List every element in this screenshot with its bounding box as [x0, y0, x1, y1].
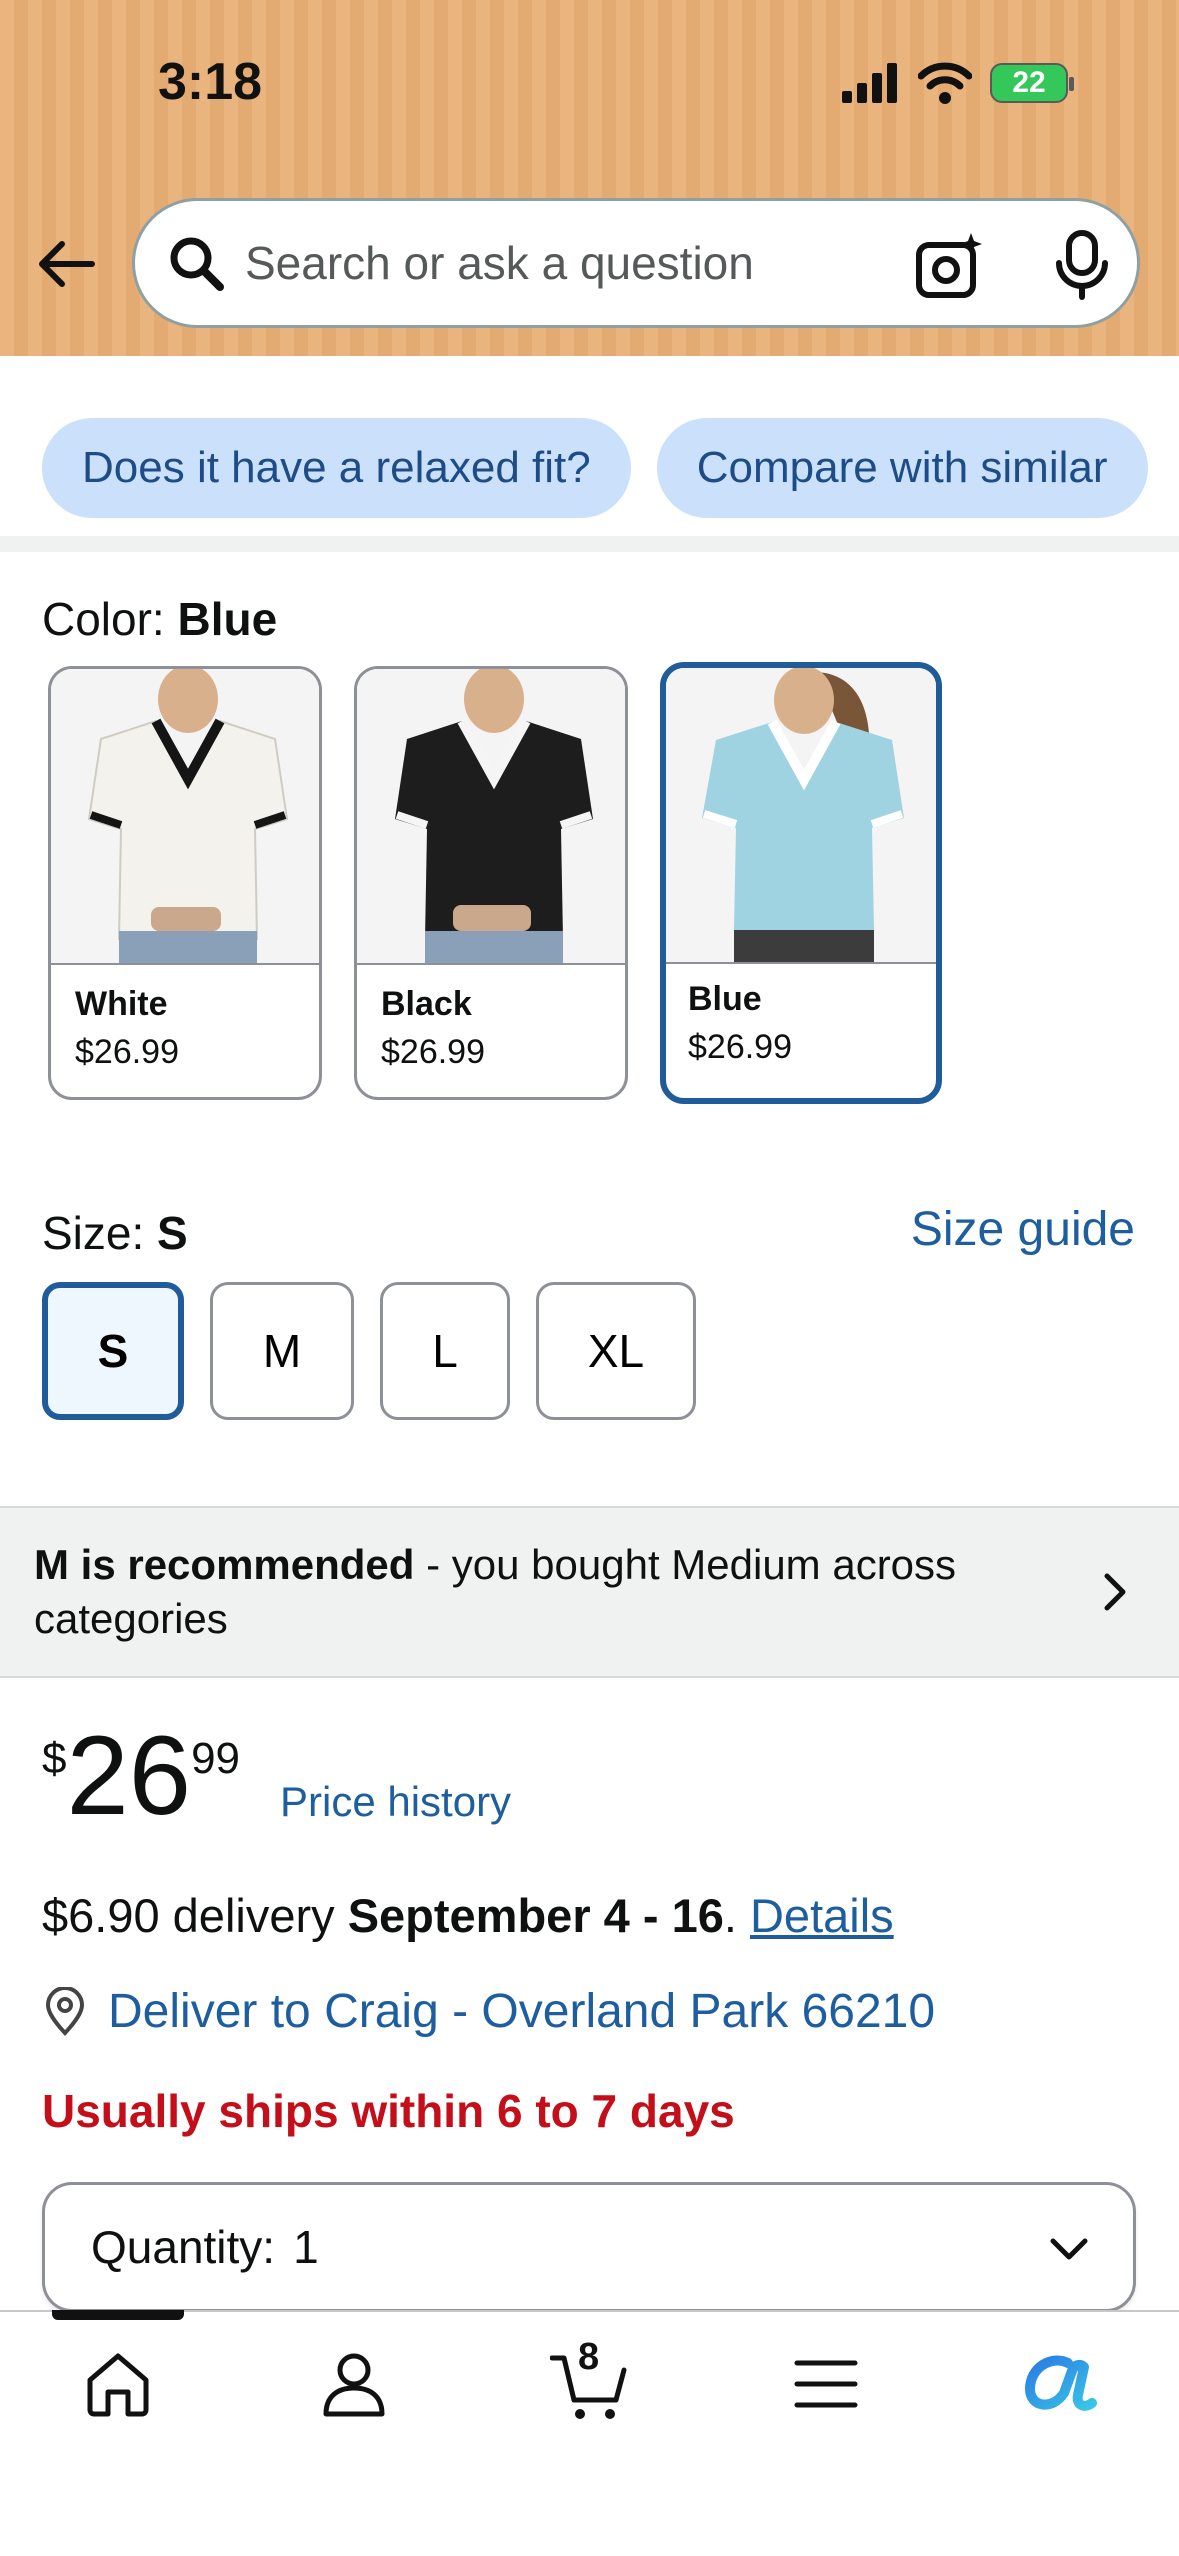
swatch-black[interactable]: Black $26.99	[354, 666, 628, 1100]
camera-search-icon[interactable]	[915, 231, 985, 301]
suggestion-chips: Does it have a relaxed fit? Compare with…	[42, 418, 1148, 518]
price-history-link[interactable]: Price history	[280, 1778, 511, 1826]
status-time: 3:18	[158, 53, 263, 111]
product-image-black	[357, 669, 625, 965]
status-icons: 22	[842, 62, 1074, 104]
size-button-l[interactable]: L	[380, 1282, 510, 1420]
home-icon	[87, 2353, 149, 2417]
swatch-price: $26.99	[381, 1033, 485, 1071]
nav-account[interactable]	[312, 2342, 396, 2426]
price-whole: 26	[66, 1713, 192, 1838]
delivery-info: $6.90 delivery September 4 - 16. Details	[42, 1888, 894, 1943]
size-guide-link[interactable]: Size guide	[911, 1202, 1135, 1257]
section-divider	[0, 536, 1179, 552]
app-header: 3:18 22	[0, 0, 1179, 356]
nav-home[interactable]	[76, 2342, 160, 2426]
search-input[interactable]	[245, 236, 885, 290]
selected-color: Blue	[177, 593, 278, 645]
swatch-name: White	[75, 985, 168, 1023]
microphone-icon[interactable]	[1047, 229, 1117, 301]
battery-level: 22	[1012, 66, 1046, 99]
chip-relaxed-fit[interactable]: Does it have a relaxed fit?	[42, 418, 631, 518]
delivery-suffix: .	[723, 1889, 750, 1942]
deliver-to-link[interactable]: Deliver to Craig - Overland Park 66210	[42, 1984, 935, 2039]
chip-compare-similar[interactable]: Compare with similar	[656, 418, 1148, 518]
color-swatches: White $26.99 Black $26.99 Blue $26.99	[48, 662, 942, 1104]
size-button-s[interactable]: S	[42, 1282, 184, 1420]
recommendation-text: M is recommended - you bought Medium acr…	[34, 1538, 1074, 1646]
rufus-icon	[1025, 2355, 1097, 2411]
back-button[interactable]	[34, 232, 98, 296]
shipping-notice: Usually ships within 6 to 7 days	[42, 2085, 735, 2137]
swatch-price: $26.99	[75, 1033, 179, 1071]
color-label: Color: Blue	[42, 592, 277, 646]
price-symbol: $	[42, 1734, 67, 1783]
swatch-price: $26.99	[688, 1028, 792, 1066]
color-label-prefix: Color:	[42, 593, 178, 645]
account-icon	[323, 2353, 385, 2417]
nav-cart[interactable]: 8	[548, 2336, 632, 2426]
price-fraction: 99	[191, 1734, 241, 1783]
wifi-icon	[918, 62, 972, 104]
recommendation-bold: M is recommended	[34, 1541, 415, 1588]
swatch-blue[interactable]: Blue $26.99	[660, 662, 942, 1104]
chevron-down-icon	[1050, 2238, 1088, 2260]
swatch-name: Blue	[688, 980, 762, 1018]
size-button-m[interactable]: M	[210, 1282, 354, 1420]
cellular-signal-icon	[842, 63, 897, 103]
arrow-left-icon	[39, 241, 95, 287]
cart-count-badge: 8	[578, 2336, 600, 2378]
deliver-to-text: Deliver to Craig - Overland Park 66210	[108, 1985, 936, 2038]
quantity-dropdown[interactable]: Quantity: 1	[42, 2182, 1136, 2312]
quantity-label: Quantity:	[91, 2221, 276, 2273]
swatch-name: Black	[381, 985, 472, 1023]
menu-icon	[794, 2360, 858, 2408]
swatch-white[interactable]: White $26.99	[48, 666, 322, 1100]
size-recommendation-banner[interactable]: M is recommended - you bought Medium acr…	[0, 1506, 1179, 1678]
size-label: Size: S	[42, 1206, 188, 1260]
battery-indicator: 22	[990, 63, 1074, 103]
size-options: S M L XL	[42, 1282, 696, 1420]
location-pin-icon	[45, 1986, 85, 2036]
size-label-prefix: Size:	[42, 1207, 158, 1259]
search-bar[interactable]	[132, 198, 1140, 328]
size-button-xl[interactable]: XL	[536, 1282, 696, 1420]
nav-menu[interactable]	[784, 2342, 868, 2426]
nav-rufus[interactable]	[1018, 2342, 1102, 2426]
product-image-white	[51, 669, 319, 965]
active-tab-indicator	[52, 2310, 184, 2320]
selected-size: S	[157, 1207, 188, 1259]
product-price: $ 26 99	[42, 1720, 240, 1832]
delivery-cost: $6.90 delivery	[42, 1889, 348, 1942]
delivery-date: September 4 - 16	[347, 1889, 724, 1942]
search-icon	[163, 230, 229, 296]
product-image-blue	[666, 668, 936, 964]
delivery-details-link[interactable]: Details	[750, 1889, 894, 1942]
chevron-right-icon	[1104, 1573, 1126, 1611]
quantity-value: 1	[293, 2221, 319, 2273]
